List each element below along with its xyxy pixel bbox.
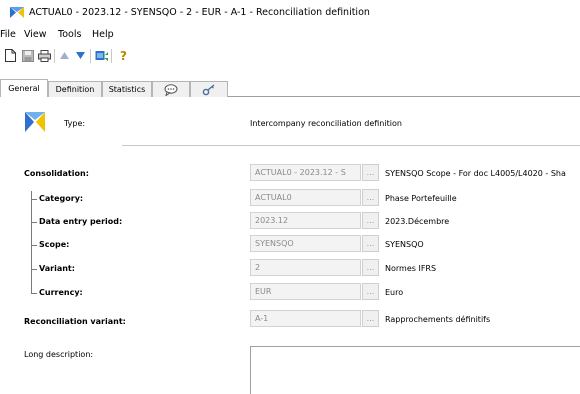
- tree-line: [31, 191, 32, 294]
- category-field[interactable]: ACTUAL0: [250, 189, 361, 206]
- scope-description: SYENSQO: [385, 240, 424, 249]
- long-description-input[interactable]: [250, 346, 580, 394]
- type-label: Type:: [64, 119, 86, 128]
- category-label: Category:: [39, 194, 84, 203]
- period-label: Data entry period:: [39, 217, 123, 226]
- toolbar: ?: [0, 46, 580, 66]
- window-title: ACTUAL0 - 2023.12 - SYENSQO - 2 - EUR - …: [29, 7, 370, 18]
- variant-browse-button[interactable]: ...: [362, 259, 379, 276]
- currency-description: Euro: [385, 288, 404, 297]
- key-icon: [202, 83, 215, 95]
- tab-statistics[interactable]: Statistics: [102, 81, 152, 97]
- tab-comments[interactable]: [152, 81, 190, 97]
- consolidation-label: Consolidation:: [24, 169, 89, 178]
- tree-branch: [31, 222, 37, 223]
- variant-description: Normes IFRS: [385, 264, 437, 273]
- currency-label: Currency:: [39, 288, 83, 297]
- currency-field[interactable]: EUR: [250, 283, 361, 300]
- new-document-icon[interactable]: [3, 48, 18, 63]
- toolbar-separator: [54, 49, 55, 63]
- section-divider: [122, 145, 580, 146]
- scope-label: Scope:: [39, 240, 70, 249]
- up-arrow-icon[interactable]: [57, 48, 72, 63]
- tab-bar: General Definition Statistics: [0, 79, 580, 97]
- variant-label: Variant:: [39, 264, 75, 273]
- tree-branch: [31, 293, 37, 294]
- variant-field[interactable]: 2: [250, 259, 361, 276]
- svg-text:?: ?: [120, 49, 127, 62]
- category-description: Phase Portefeuille: [385, 194, 457, 203]
- tree-branch: [31, 269, 37, 270]
- reconciliation-variant-browse-button[interactable]: ...: [362, 310, 379, 327]
- tab-general[interactable]: General: [0, 79, 48, 97]
- app-icon: [10, 7, 24, 18]
- menu-bar: File View Tools Help: [0, 26, 580, 44]
- scope-field[interactable]: SYENSQO: [250, 235, 361, 252]
- title-bar: ACTUAL0 - 2023.12 - SYENSQO - 2 - EUR - …: [0, 0, 580, 26]
- menu-file[interactable]: File: [0, 29, 16, 40]
- period-browse-button[interactable]: ...: [362, 212, 379, 229]
- toolbar-separator: [111, 49, 112, 63]
- type-value: Intercompany reconciliation definition: [250, 119, 402, 128]
- print-icon[interactable]: [37, 48, 52, 63]
- category-browse-button[interactable]: ...: [362, 189, 379, 206]
- export-icon[interactable]: [94, 48, 109, 63]
- period-field[interactable]: 2023.12: [250, 212, 361, 229]
- reconciliation-variant-label: Reconciliation variant:: [24, 317, 126, 326]
- menu-tools[interactable]: Tools: [58, 29, 81, 40]
- speech-bubble-icon: [164, 83, 178, 96]
- tree-branch: [31, 199, 37, 200]
- reconciliation-variant-field[interactable]: A-1: [250, 310, 361, 327]
- consolidation-browse-button[interactable]: ...: [362, 164, 379, 181]
- tree-branch: [31, 245, 37, 246]
- tab-definition[interactable]: Definition: [48, 81, 102, 97]
- scope-browse-button[interactable]: ...: [362, 235, 379, 252]
- menu-view[interactable]: View: [24, 29, 47, 40]
- reconciliation-variant-description: Rapprochements définitifs: [385, 315, 491, 324]
- currency-browse-button[interactable]: ...: [362, 283, 379, 300]
- down-arrow-icon[interactable]: [73, 48, 88, 63]
- help-icon[interactable]: ?: [116, 48, 131, 63]
- menu-help[interactable]: Help: [92, 29, 114, 40]
- consolidation-description: SYENSQO Scope - For doc L4005/L4020 - Sh…: [385, 169, 566, 178]
- reconciliation-icon: [25, 112, 45, 132]
- toolbar-separator: [90, 49, 91, 63]
- period-description: 2023.Décembre: [385, 217, 450, 226]
- long-description-label: Long description:: [24, 350, 94, 359]
- tab-links[interactable]: [190, 81, 228, 97]
- consolidation-field[interactable]: ACTUAL0 - 2023.12 - S: [250, 164, 361, 181]
- save-icon[interactable]: [20, 48, 35, 63]
